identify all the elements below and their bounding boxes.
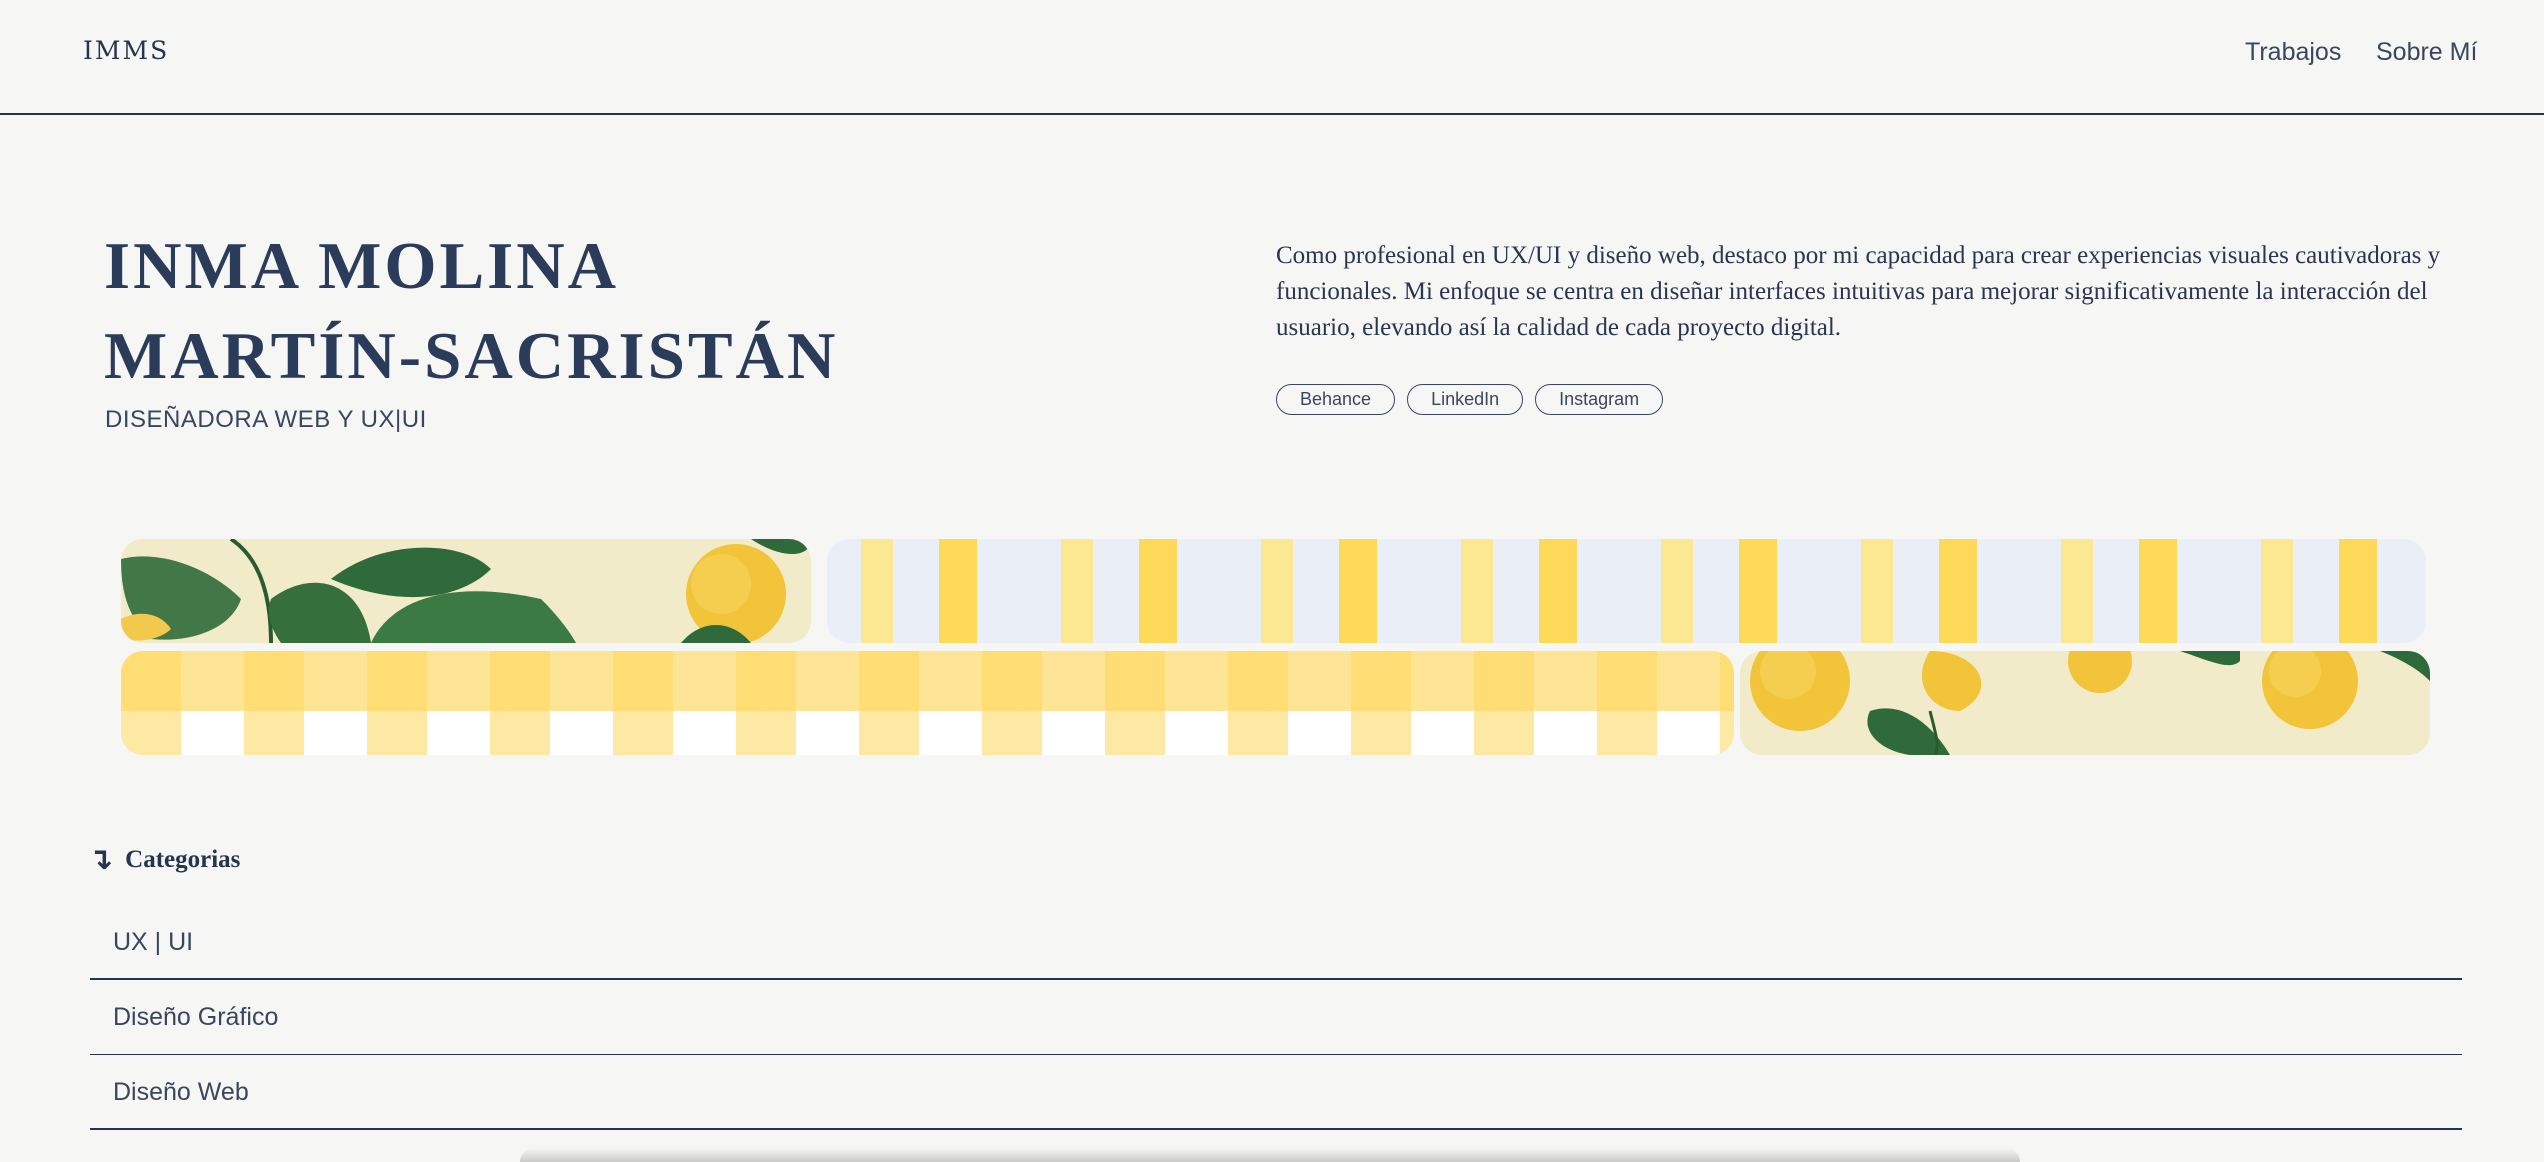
social-links: Behance LinkedIn Instagram [1276, 384, 1664, 415]
category-label: Diseño Gráfico [113, 1003, 279, 1031]
site-logo[interactable]: IMMS [83, 36, 169, 65]
category-label: Diseño Web [113, 1078, 249, 1106]
hero-subtitle: DISEÑADORA WEB Y UX|UI [105, 406, 427, 433]
category-ux-ui[interactable]: UX | UI [90, 906, 2462, 980]
categories-heading: ↴ Categorias [88, 842, 240, 877]
hero-bio: Como profesional en UX/UI y diseño web, … [1276, 242, 2441, 341]
lemon-leaves-illustration [121, 539, 811, 643]
instagram-link[interactable]: Instagram [1535, 384, 1664, 415]
category-label: UX | UI [113, 928, 194, 956]
lemon-leaves-tile [121, 539, 811, 643]
nav-link-sobre-mi[interactable]: Sobre Mí [2376, 38, 2477, 67]
hero-name-line-2: MARTÍN-SACRISTÁN [104, 319, 839, 393]
behance-link[interactable]: Behance [1276, 384, 1396, 415]
gingham-pattern-tile [121, 651, 1734, 755]
lemons-illustration [1750, 651, 2430, 755]
arrow-down-return-icon: ↴ [88, 842, 114, 877]
category-diseno-grafico[interactable]: Diseño Gráfico [90, 981, 2462, 1055]
top-navigation: IMMS Trabajos Sobre Mí [0, 0, 2544, 115]
striped-pattern-tile [827, 539, 2426, 643]
scroll-shadow [520, 1148, 2020, 1162]
category-diseno-web[interactable]: Diseño Web [90, 1056, 2462, 1130]
hero-name-line-1: INMA MOLINA [104, 229, 620, 303]
categories-title: Categorias [125, 845, 241, 873]
linkedin-link[interactable]: LinkedIn [1407, 384, 1524, 415]
lemons-tile [1740, 651, 2430, 755]
nav-link-trabajos[interactable]: Trabajos [2245, 38, 2341, 67]
